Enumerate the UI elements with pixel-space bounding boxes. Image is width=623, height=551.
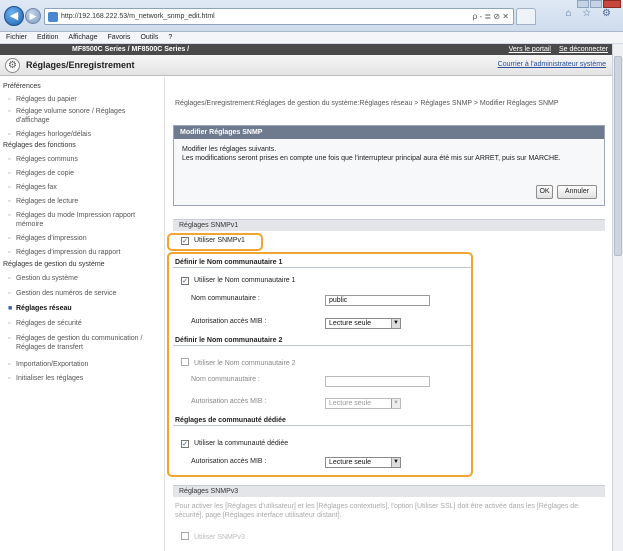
page-scrollbar[interactable] [612, 44, 623, 551]
maximize-button[interactable] [590, 0, 602, 8]
panel-message: Modifier les réglages suivants. Les modi… [182, 146, 561, 162]
address-url: http://192.168.222.53/m_network_snmp_edi… [61, 13, 215, 20]
sidebar-item-security[interactable]: ▫ Réglages de sécurité [8, 319, 163, 328]
close-window-button[interactable] [603, 0, 621, 8]
browser-right-icons[interactable]: ⌂ ☆ ⚙ [565, 8, 615, 19]
address-tools-icon[interactable]: ρ - ≣ ⊘ ✕ [473, 12, 509, 21]
sidebar: Préférences ▫ Réglages du papier ▫ Réglage… [0, 77, 165, 551]
snmpv1-section-header: Réglages SNMPv1 [173, 219, 605, 231]
address-bar[interactable]: http://192.168.222.53/m_network_snmp_edi… [44, 8, 514, 25]
menu-fichier[interactable]: Fichier [6, 34, 27, 41]
back-button[interactable]: ◀ [4, 6, 24, 26]
sidebar-section-system: Réglages de gestion du système [3, 261, 105, 268]
bullet-icon: ▫ [8, 156, 11, 163]
sidebar-item-communication[interactable]: ▫ Réglages de gestion du communication / … [8, 334, 163, 352]
sidebar-item-system-mgmt[interactable]: ▫ Gestion du système [8, 274, 163, 283]
use-snmpv3-checkbox[interactable] [181, 532, 189, 540]
sidebar-section-preferences: Préférences [3, 83, 41, 90]
sidebar-item-clock[interactable]: ▫ Réglages horloge/délais [8, 130, 163, 139]
bullet-icon: ▫ [8, 290, 11, 297]
favicon-icon [48, 12, 58, 22]
bullet-icon: ▫ [8, 108, 11, 115]
sidebar-item-paper[interactable]: ▫ Réglages du papier [8, 95, 163, 104]
app-header: ⚙ Réglages/Enregistrement Courrier à l'a… [0, 55, 612, 76]
sidebar-item-import-export[interactable]: ▫ Importation/Exportation [8, 360, 163, 369]
menu-favoris[interactable]: Favoris [107, 34, 130, 41]
bullet-icon: ▫ [8, 249, 11, 256]
use-snmpv3-row[interactable]: Utiliser SNMPv3 [181, 532, 245, 541]
menu-edition[interactable]: Edition [37, 34, 58, 41]
scrollbar-thumb[interactable] [614, 56, 622, 256]
bullet-icon: ▫ [8, 235, 11, 242]
browser-tab[interactable] [516, 8, 536, 25]
edit-snmp-panel: Modifier Réglages SNMP Modifier les régl… [173, 125, 605, 206]
bullet-icon: ▫ [8, 335, 11, 342]
logout-link[interactable]: Se déconnecter [559, 46, 608, 53]
sidebar-item-volume-display[interactable]: ▫ Réglage volume sonore / Réglages d'affi… [8, 107, 163, 125]
menu-bar: Fichier Edition Affichage Favoris Outils? [0, 32, 623, 44]
bullet-active-icon: ■ [8, 305, 13, 312]
panel-title: Modifier Réglages SNMP [174, 126, 604, 139]
page-title: Réglages/Enregistrement [26, 60, 135, 70]
sidebar-item-printing[interactable]: ▫ Réglages d'impression [8, 234, 163, 243]
window-controls [576, 0, 621, 9]
cancel-button[interactable]: Annuler [557, 185, 597, 199]
sidebar-item-network[interactable]: ■ Réglages réseau [8, 304, 163, 313]
minimize-button[interactable] [577, 0, 589, 8]
menu-outils[interactable]: Outils [140, 34, 158, 41]
settings-gear-icon: ⚙ [5, 58, 20, 73]
menu-affichage[interactable]: Affichage [68, 34, 97, 41]
highlight-frame-communities [167, 252, 473, 477]
sidebar-item-memory-print[interactable]: ▫ Réglages du mode Impression rapport mém… [8, 211, 163, 229]
bullet-icon: ▫ [8, 198, 11, 205]
sidebar-item-common[interactable]: ▫ Réglages communs [8, 155, 163, 164]
browser-toolbar: ◀ ▶ http://192.168.222.53/m_network_snmp… [0, 0, 623, 32]
snmpv3-section-header: Réglages SNMPv3 [173, 485, 605, 497]
sidebar-item-service-numbers[interactable]: ▫ Gestion des numéros de service [8, 289, 163, 298]
snmpv3-note: Pour activer les [Réglages d'utilisateur… [175, 503, 579, 519]
bullet-icon: ▫ [8, 96, 11, 103]
bullet-icon: ▫ [8, 275, 11, 282]
breadcrumb: Réglages/Enregistrement:Réglages de gest… [175, 100, 559, 107]
sidebar-section-functions: Réglages des fonctions [3, 142, 76, 149]
bullet-icon: ▫ [8, 184, 11, 191]
bullet-icon: ▫ [8, 320, 11, 327]
highlight-frame-snmpv1 [167, 233, 263, 251]
sidebar-item-scan[interactable]: ▫ Réglages de lecture [8, 197, 163, 206]
sidebar-item-report-print[interactable]: ▫ Réglages d'impression du rapport [8, 248, 163, 257]
sidebar-item-fax[interactable]: ▫ Réglages fax [8, 183, 163, 192]
bullet-icon: ▫ [8, 375, 11, 382]
product-name: MF8500C Series / MF8500C Series / [72, 46, 190, 53]
use-snmpv3-label: Utiliser SNMPv3 [194, 534, 245, 541]
forward-button[interactable]: ▶ [25, 8, 41, 24]
ok-button[interactable]: OK [536, 185, 553, 199]
bullet-icon: ▫ [8, 212, 11, 219]
menu-help[interactable]: ? [168, 34, 172, 41]
bullet-icon: ▫ [8, 131, 11, 138]
portal-link[interactable]: Vers le portail [509, 46, 551, 53]
sidebar-item-copy[interactable]: ▫ Réglages de copie [8, 169, 163, 178]
bullet-icon: ▫ [8, 361, 11, 368]
sidebar-item-reset[interactable]: ▫ Initialiser les réglages [8, 374, 163, 383]
product-bar: MF8500C Series / MF8500C Series / Vers l… [0, 44, 612, 55]
bullet-icon: ▫ [8, 170, 11, 177]
admin-mail-link[interactable]: Courrier à l'administrateur système [498, 61, 606, 68]
